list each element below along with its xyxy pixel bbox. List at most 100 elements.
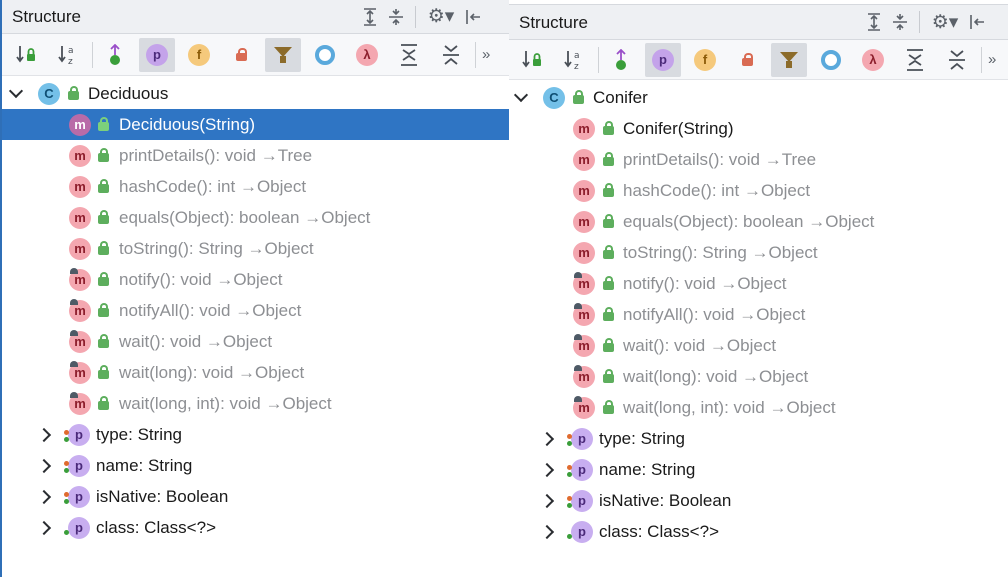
gear-icon[interactable]: ⚙▾ [422,5,460,29]
method-row[interactable]: m Deciduous(String) [2,109,509,140]
method-row[interactable]: m Conifer(String) [509,113,1008,144]
method-name: toString() [119,238,189,258]
method-row[interactable]: m hashCode(): int →Object [2,171,509,202]
property-row[interactable]: p name: String [2,450,509,481]
show-anonymous-toggle[interactable] [813,43,849,77]
sort-by-visibility-icon[interactable] [8,38,44,72]
more-actions-icon[interactable]: » [988,51,1008,68]
filter-icon [274,45,292,65]
property-label: isNative: Boolean [96,486,229,506]
property-badge-letter: p [75,427,83,442]
method-row[interactable]: m wait(long, int): void →Object [2,388,509,419]
scroll-from-source-icon[interactable] [861,10,887,34]
show-fields-toggle[interactable]: f [181,38,217,72]
method-name: wait(long, int) [119,393,221,413]
collapse-all-icon[interactable] [887,10,913,34]
method-row[interactable]: m wait(): void →Object [509,330,1008,361]
method-row[interactable]: m toString(): String →Object [2,233,509,264]
method-row[interactable]: m wait(long, int): void →Object [509,392,1008,423]
method-signature: : void →Object [693,304,806,324]
chevron-right-icon[interactable] [38,489,54,505]
show-fields-toggle[interactable]: f [687,43,723,77]
method-name: notify() [119,269,171,289]
method-signature: : void →Tree [719,149,817,169]
chevron-down-icon[interactable] [8,86,24,102]
property-row[interactable]: p type: String [509,423,1008,454]
show-inherited-icon[interactable] [97,38,133,72]
property-row[interactable]: p type: String [2,419,509,450]
panel-title: Structure [519,13,588,32]
method-signature: : void →Object [220,393,332,413]
method-row[interactable]: m notifyAll(): void →Object [509,299,1008,330]
property-icon: p [567,458,593,481]
scroll-from-source-icon[interactable] [357,5,383,29]
method-row[interactable]: m printDetails(): void →Tree [2,140,509,171]
svg-text:a: a [68,46,74,56]
show-lambdas-toggle[interactable]: λ [349,38,385,72]
method-row[interactable]: m equals(Object): boolean →Object [509,206,1008,237]
method-row[interactable]: m wait(long): void →Object [2,357,509,388]
hide-panel-icon[interactable] [460,5,486,29]
property-icon: p [146,43,168,66]
show-anonymous-toggle[interactable] [307,38,343,72]
lambda-icon: λ [862,48,884,71]
property-row[interactable]: p isNative: Boolean [509,485,1008,516]
panel-titlebar: Structure ⚙▾ [509,4,1008,40]
chevron-right-icon[interactable] [541,493,557,509]
method-row[interactable]: m hashCode(): int →Object [509,175,1008,206]
collapse-all-button[interactable] [939,43,975,77]
show-non-public-toggle[interactable] [729,43,765,77]
method-name: notify() [623,273,675,293]
method-row[interactable]: m wait(): void →Object [2,326,509,357]
method-row[interactable]: m notify(): void →Object [2,264,509,295]
svg-text:z: z [68,57,73,66]
show-non-public-toggle[interactable] [223,38,259,72]
show-lambdas-toggle[interactable]: λ [855,43,891,77]
method-row[interactable]: m toString(): String →Object [509,237,1008,268]
field-marker-icon [567,433,572,439]
method-row[interactable]: m notify(): void →Object [509,268,1008,299]
hide-panel-icon[interactable] [964,10,990,34]
show-properties-toggle[interactable]: p [139,37,175,72]
collapse-all-button[interactable] [433,38,469,72]
collapse-all-icon[interactable] [383,5,409,29]
show-inherited-icon[interactable] [603,43,639,77]
method-row[interactable]: m notifyAll(): void →Object [2,295,509,326]
more-actions-icon[interactable]: » [482,46,502,63]
sort-alphabetically-icon[interactable]: az [50,38,86,72]
chevron-right-icon[interactable] [38,458,54,474]
public-access-icon [573,90,584,104]
property-row[interactable]: p class: Class<?> [509,516,1008,547]
expand-all-button[interactable] [897,43,933,77]
panel-titlebar: Structure ⚙▾ [2,0,509,34]
final-method-icon: m [69,298,91,322]
filter-toggle[interactable] [771,42,807,77]
chevron-down-icon[interactable] [513,90,529,106]
chevron-right-icon[interactable] [541,431,557,447]
filter-toggle[interactable] [265,37,301,72]
sort-by-visibility-icon[interactable] [514,43,550,77]
field-marker-icon [64,491,69,497]
sort-alphabetically-icon[interactable]: az [556,43,592,77]
method-row[interactable]: m printDetails(): void →Tree [509,144,1008,175]
property-row[interactable]: p class: Class<?> [2,512,509,543]
gear-icon[interactable]: ⚙▾ [926,10,964,34]
method-row[interactable]: m wait(long): void →Object [509,361,1008,392]
chevron-right-icon[interactable] [541,462,557,478]
property-row[interactable]: p name: String [509,454,1008,485]
svg-text:z: z [574,62,579,71]
method-row[interactable]: m equals(Object): boolean →Object [2,202,509,233]
class-node[interactable]: C Conifer [509,82,1008,113]
chevron-right-icon[interactable] [38,520,54,536]
property-row[interactable]: p isNative: Boolean [2,481,509,512]
public-access-icon [603,152,614,166]
class-node[interactable]: C Deciduous [2,78,509,109]
final-method-icon: m [573,395,595,419]
chevron-right-icon[interactable] [38,427,54,443]
chevron-right-icon[interactable] [541,524,557,540]
lambda-icon: λ [356,43,378,66]
structure-tree: C Deciduous m Deciduous(String) m printD… [2,78,509,543]
expand-all-button[interactable] [391,38,427,72]
method-signature: : void →Object [170,269,283,289]
show-properties-toggle[interactable]: p [645,42,681,77]
